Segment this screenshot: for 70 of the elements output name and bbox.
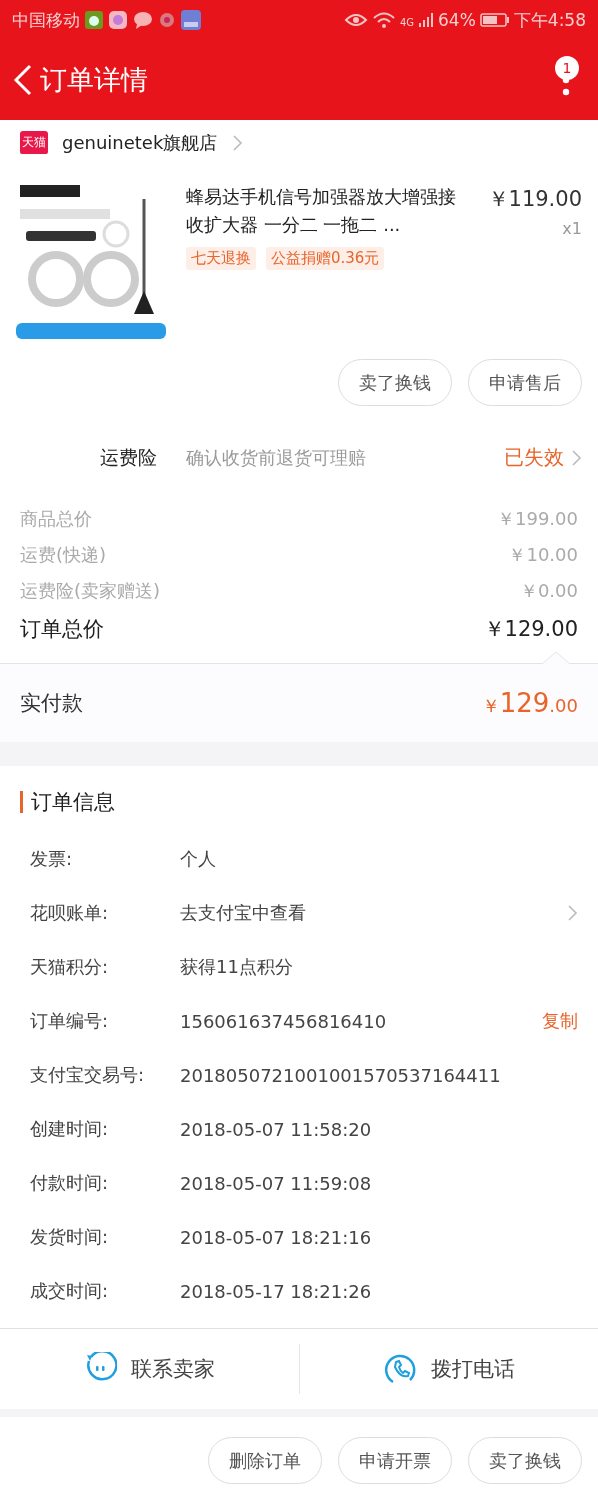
app-icon <box>84 10 104 30</box>
info-link-row[interactable]: 花呗账单: 去支付宝中查看 <box>20 886 578 940</box>
product-quantity: x1 <box>561 219 582 238</box>
info-label: 成交时间: <box>30 1279 110 1303</box>
app-icon <box>108 10 128 30</box>
info-label: 发票: <box>30 847 74 871</box>
info-value: 156061637456816410 <box>180 1010 388 1032</box>
chevron-icon <box>570 448 582 467</box>
action-button[interactable]: 申请开票 <box>338 1437 452 1484</box>
contact-label: 拨打电话 <box>430 1356 515 1383</box>
cost-label: 商品总价 <box>20 507 92 531</box>
contact-button[interactable]: 拨打电话 <box>299 1329 598 1409</box>
signal-icon <box>418 12 434 28</box>
paid-amount: ￥129.00 <box>481 688 578 718</box>
info-value: 2018-05-07 11:58:20 <box>180 1118 373 1140</box>
contact-label: 联系卖家 <box>131 1356 216 1383</box>
chat-icon <box>132 10 154 30</box>
info-value: 2018-05-07 11:59:08 <box>180 1172 373 1194</box>
shop-logo: 天猫 <box>20 131 48 154</box>
info-label: 天猫积分: <box>30 955 110 979</box>
battery-icon <box>479 12 510 28</box>
action-button[interactable]: 卖了换钱 <box>468 1437 582 1484</box>
cost-label: 运费(快递) <box>20 543 107 567</box>
eye-icon <box>343 12 368 28</box>
contact-button[interactable]: 联系卖家 <box>0 1329 299 1409</box>
phone-icon <box>382 1352 417 1386</box>
carrier-name: 中国移动 <box>12 8 80 32</box>
clock: 下午4:58 <box>513 8 586 32</box>
service-tag: 公益捐赠0.36元 <box>266 247 385 270</box>
info-label: 创建时间: <box>30 1117 110 1141</box>
insurance-status: 已失效 <box>504 444 564 471</box>
cost-value: ￥129.00 <box>483 616 578 643</box>
action-button[interactable]: 卖了换钱 <box>338 359 452 406</box>
insurance-label: 运费险 <box>100 444 158 470</box>
shop-name: genuinetek旗舰店 <box>62 130 218 155</box>
info-value: 2018-05-07 18:21:16 <box>180 1226 373 1248</box>
product-price: ￥119.00 <box>487 186 582 213</box>
dot-icon <box>158 11 176 29</box>
section-title: 订单信息 <box>31 789 115 816</box>
service-tag: 七天退换 <box>186 247 256 270</box>
cost-label: 运费险(卖家赠送) <box>20 579 161 603</box>
wifi-icon <box>371 11 396 29</box>
action-button[interactable]: 申请售后 <box>468 359 582 406</box>
info-value: 去支付宝中查看 <box>180 901 307 925</box>
insurance-description: 确认收货前退货可理赔 <box>186 445 367 470</box>
product-title: 蜂易达手机信号加强器放大增强接收扩大器 一分二 一拖二 ... <box>186 185 457 237</box>
info-value: 个人 <box>180 847 217 871</box>
info-label: 支付宝交易号: <box>30 1063 146 1087</box>
cost-label: 订单总价 <box>20 616 104 643</box>
back-icon[interactable] <box>12 64 34 96</box>
battery-percent: 64% <box>438 10 476 30</box>
info-value: 2018050721001001570537164411 <box>180 1064 502 1086</box>
info-label: 发货时间: <box>30 1225 110 1249</box>
cost-value: ￥10.00 <box>508 543 578 567</box>
page-title: 订单详情 <box>40 63 149 97</box>
notification-badge: 1 <box>555 56 579 80</box>
cost-value: ￥0.00 <box>519 579 578 603</box>
info-label: 订单编号: <box>30 1009 110 1033</box>
app-icon <box>180 9 202 31</box>
chevron-icon <box>231 133 244 152</box>
accent-bar <box>20 791 23 813</box>
action-button[interactable]: 删除订单 <box>208 1437 322 1484</box>
shop-row[interactable]: 天猫 genuinetek旗舰店 <box>0 120 598 165</box>
paid-label: 实付款 <box>20 690 83 717</box>
info-value: 2018-05-17 18:21:26 <box>180 1280 373 1302</box>
info-label: 花呗账单: <box>30 901 110 925</box>
info-value: 获得11点积分 <box>180 955 294 979</box>
info-label: 付款时间: <box>30 1171 110 1195</box>
network-label: 4G <box>399 16 414 28</box>
cost-value: ￥199.00 <box>497 507 578 531</box>
